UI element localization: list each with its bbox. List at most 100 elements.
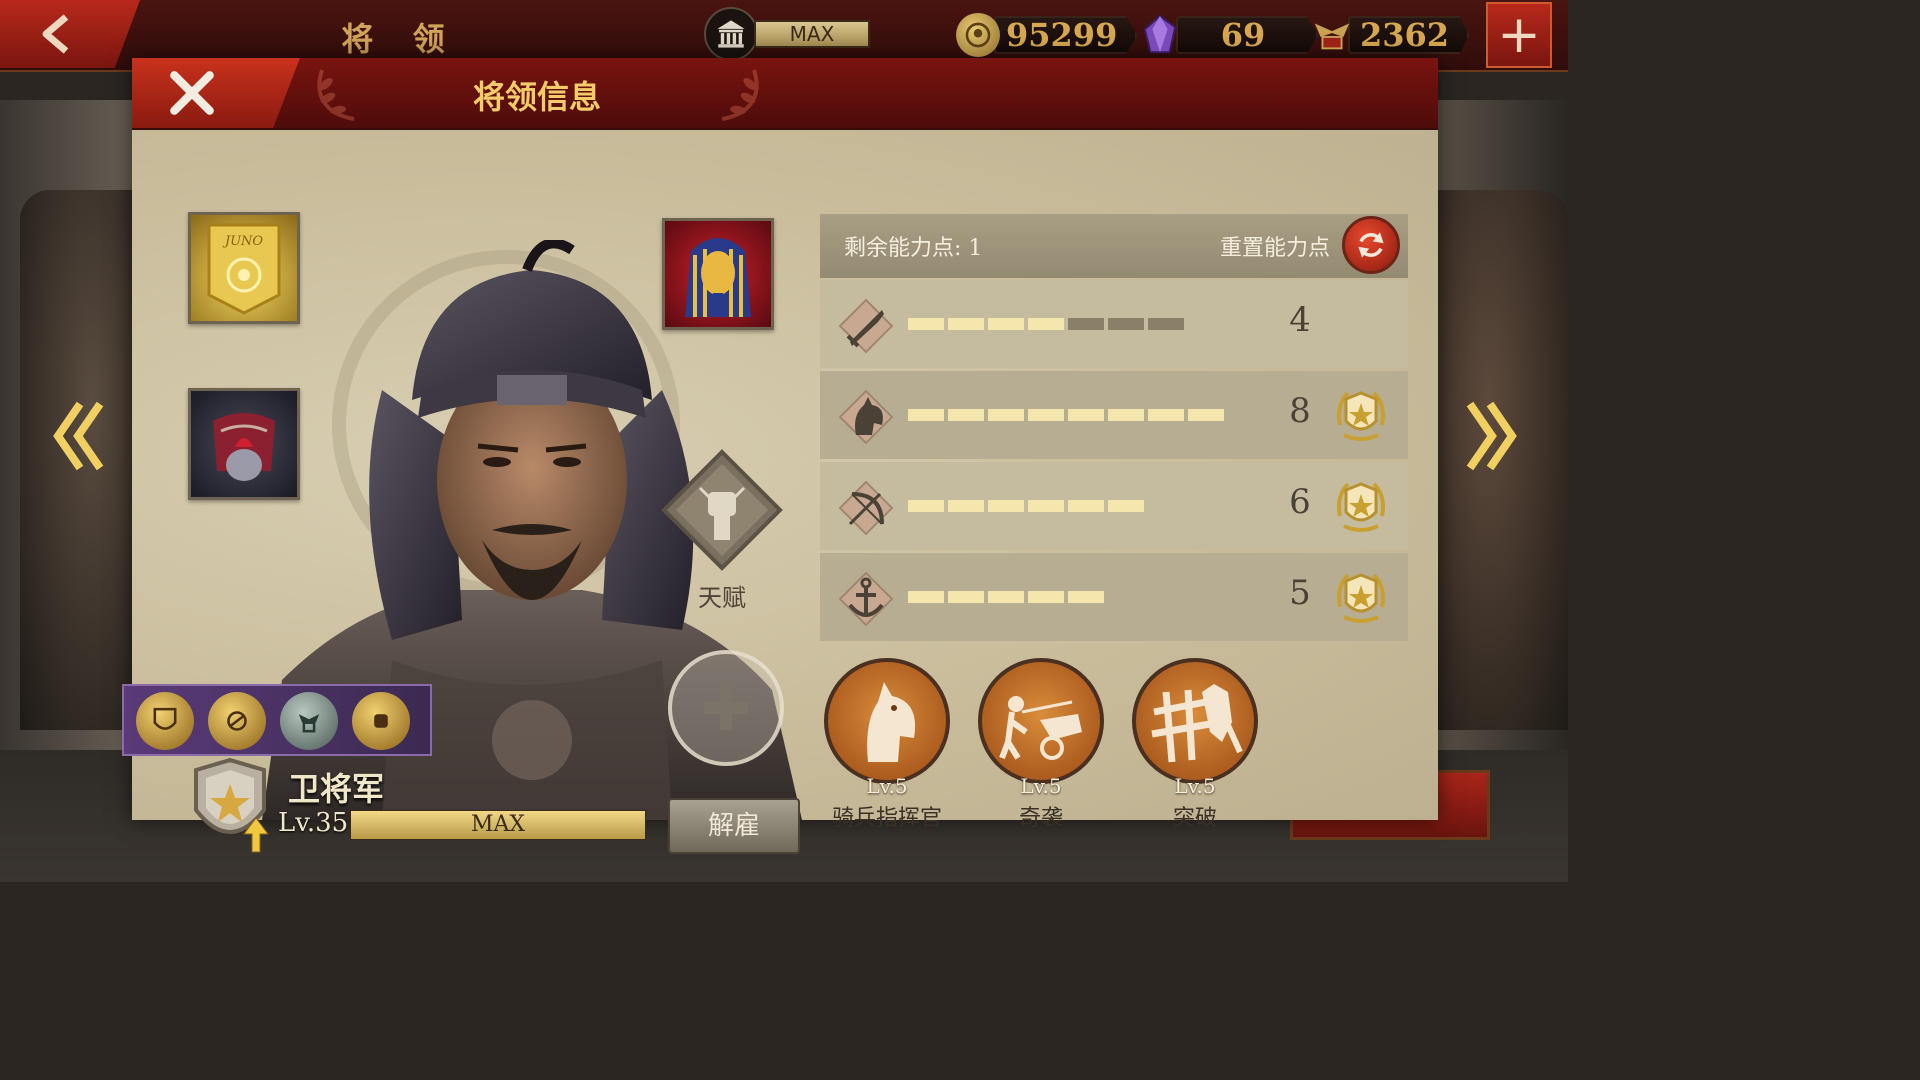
general-info-dialog: 将领信息 JUNO 天赋 卫将军 Lv.35 MAX 解雇 剩余能力点: 1 重… [122,58,1438,854]
stat-bar-segment [988,591,1024,603]
stat-bar [908,500,1144,512]
double-chevron-right-icon [1466,401,1517,471]
cavalry-shield-medal-icon[interactable] [136,692,194,750]
stat-row-cavalry[interactable]: 8 [820,371,1408,459]
page-title: 将 领 [341,20,459,58]
horse-head-icon [867,682,916,762]
stat-bar [908,318,1184,330]
gem-icon [1138,13,1182,57]
skill-ambush[interactable]: Lv.5 奇袭 [974,658,1108,831]
dialog-title: 将领信息 [472,78,601,116]
stat-bar-segment [1028,591,1064,603]
bow-icon [838,480,894,536]
skill-cavalry-commander[interactable]: Lv.5 骑兵指挥官 [820,658,954,831]
gem-resource[interactable]: 69 [1138,12,1318,58]
museum-level[interactable]: MAX [704,7,870,61]
laurel-right-icon [721,69,759,121]
stat-bar-segment [988,318,1024,330]
equipment-slot-treasure[interactable] [662,218,774,330]
ability-points-header: 剩余能力点: 1 重置能力点 [820,214,1408,278]
coin-icon [956,13,1000,57]
stat-bar-segment [908,318,944,330]
stat-bar-segment [908,409,944,421]
breakthrough-icon [1151,684,1243,763]
spqr-resource[interactable]: 2362 [1310,12,1470,58]
general-level: Lv.35 [278,808,349,838]
remaining-points-label: 剩余能力点: 1 [844,236,983,261]
next-general-button[interactable] [1462,396,1518,476]
gold-resource[interactable]: 95299 [956,12,1138,58]
double-chevron-left-icon [53,401,104,471]
stat-bar-segment [948,500,984,512]
armor-helmet-icon [213,413,275,481]
skill-level: Lv.5 [1020,774,1062,798]
plus-icon: + [1497,5,1541,65]
museum-icon [704,7,758,61]
star-laurel-badge-icon [1337,391,1385,441]
close-button[interactable] [132,58,300,128]
reset-points-label: 重置能力点 [1219,236,1330,261]
stat-value: 5 [1289,573,1311,613]
add-slot-button[interactable] [668,650,784,766]
laurel-left-icon [317,69,355,121]
level-progress-bar: MAX [350,810,646,840]
anchor-icon [838,571,894,627]
stat-value: 4 [1289,300,1311,340]
star-laurel-badge-icon [1337,482,1385,532]
stat-bar-segment [1068,318,1104,330]
stat-bar-segment [988,500,1024,512]
stat-value: 6 [1289,482,1311,522]
reset-points-button[interactable] [1342,216,1400,274]
skill-name: 骑兵指挥官 [831,806,942,831]
stat-bar-segment [988,409,1024,421]
add-resource-button[interactable]: + [1486,2,1552,68]
eagle-standard-medal-icon[interactable] [280,692,338,750]
stat-bar-segment [1068,409,1104,421]
equipment-slot-armor[interactable] [188,388,300,500]
dialog-header: 将领信息 [132,58,1438,130]
stat-bar-segment [1028,409,1064,421]
talent-button[interactable] [660,448,784,572]
stat-bar-segment [948,318,984,330]
stat-bar-segment [1188,409,1224,421]
stat-bar-segment [1068,591,1104,603]
previous-general-button[interactable] [52,396,108,476]
plus-icon [704,686,748,730]
stat-bar [908,409,1224,421]
equipment-slot-banner[interactable]: JUNO [188,212,300,324]
banner-text: JUNO [222,234,264,249]
museum-level-bar: MAX [754,20,870,48]
stat-bar-segment [948,409,984,421]
stat-bar-segment [908,500,944,512]
chariot-icon [999,696,1082,760]
stat-bar-segment [1108,318,1144,330]
sword-icon [838,298,894,354]
dismiss-button[interactable]: 解雇 [668,798,800,854]
skill-breakthrough[interactable]: Lv.5 突破 [1128,658,1262,831]
rank-shield-icon [194,758,269,853]
dialog-body: JUNO 天赋 卫将军 Lv.35 MAX 解雇 剩余能力点: 1 重置能力点 … [122,130,1438,854]
back-button[interactable] [0,0,140,68]
medal-strip [122,684,432,756]
stat-row-archery[interactable]: 6 [820,462,1408,550]
gold-amount: 95299 [994,16,1138,54]
pharaoh-mask-icon [685,238,751,317]
spqr-amount: 2362 [1348,16,1470,54]
fist-medal-icon[interactable] [352,692,410,750]
stat-bar-segment [908,591,944,603]
skill-name: 奇袭 [1018,806,1063,831]
stat-bar-segment [1108,409,1144,421]
stat-bar-segment [1148,318,1184,330]
stat-bar [908,591,1104,603]
stat-bar-segment [1108,500,1144,512]
stat-row-navy[interactable]: 5 [820,553,1408,641]
general-rank-name: 卫将军 [288,770,385,808]
skill-level: Lv.5 [1174,774,1216,798]
stat-row-attack[interactable]: 4 [820,280,1408,368]
juno-banner-icon: JUNO [207,223,281,315]
refresh-icon [1358,232,1384,258]
lion-medal-icon[interactable] [208,692,266,750]
stat-bar-segment [1028,318,1064,330]
stat-bar-segment [948,591,984,603]
horse-icon [838,389,894,445]
